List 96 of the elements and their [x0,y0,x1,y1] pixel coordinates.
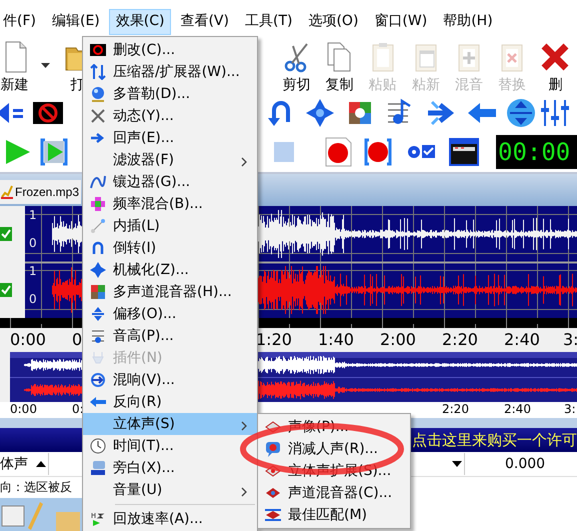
menu-item[interactable]: 回声(E)... [83,127,257,149]
status-text: 向：选区被反 [0,478,72,496]
time-label: 1:20 [256,330,292,349]
menu-item[interactable]: 立体声(S) [83,413,257,435]
sphere-icon [90,86,106,102]
document-tab[interactable]: Frozen.mp3 [0,180,82,204]
check-icon [0,227,12,241]
amplitude-label: 1 [29,264,37,278]
menu-item[interactable]: 镶边器(G)... [83,171,257,193]
vertical-arrows-icon [506,98,536,128]
colorful-blocks-icon [90,284,106,300]
time-label: 0:00 [10,330,46,349]
left-arrow-icon [90,394,106,410]
amplitude-label: 0 [29,236,37,250]
menu-item[interactable]: 查看(V) [173,9,236,35]
amplitude-label: 0 [29,292,37,306]
channel-label: 体声 [0,455,28,473]
diamond-arrows-icon [265,485,281,501]
menu-item[interactable]: 频率混合(B)... [83,193,257,215]
dots-line-icon [90,218,106,234]
menu-item[interactable]: 音高(P)... [83,325,257,347]
time-label: 1:40 [318,330,354,349]
menu-item[interactable]: 音量(U) [83,479,257,501]
menu-item[interactable]: 删改(C)... [83,39,257,61]
plug-icon [90,350,106,366]
clock-icon [90,438,106,454]
u-turn-icon [90,240,106,256]
toolbar-button[interactable]: 剪切 [274,36,318,94]
menu-item[interactable]: 时间(T)... [83,435,257,457]
curve-icon [90,174,106,190]
split-arrow-icon [90,130,106,146]
speed-icon [90,511,106,527]
caret-icon [452,461,462,467]
menu-item[interactable]: 多普勒(D)... [83,83,257,105]
time-label: 0:00 [10,402,37,416]
color-cross-icon [90,196,106,212]
no-entry-icon [90,42,106,58]
sliders-icon [540,98,570,128]
menu-item[interactable]: 机械化(Z)... [83,259,257,281]
document-title: Frozen.mp3 [15,185,80,199]
vertical-arrows-icon [90,306,106,322]
menu-item[interactable]: 混响(V)... [83,369,257,391]
menu-item[interactable]: 效果(C) [108,9,172,35]
menu-item[interactable]: 倒转(I) [83,237,257,259]
menu-item[interactable]: 选项(O) [301,9,366,35]
time-label: 0: [72,402,84,416]
stop-icon [274,142,294,162]
menu-item[interactable]: 回放速率(A)... [83,508,257,530]
sort-up-icon [36,461,46,467]
menu-item[interactable]: 窗口(W) [367,9,434,35]
toolbar-button[interactable]: 复制 [318,36,362,94]
time-label: 0 [72,330,82,349]
menu-item[interactable]: 消减人声(R)... [258,438,410,460]
diamond-arrows-icon [265,507,281,523]
menu-item[interactable]: 件(F) [0,9,43,35]
time-label: 3: [563,330,577,349]
speech-bubble-icon [90,460,106,476]
music-note-icon [90,328,106,344]
menu-item[interactable]: 滤波器(F) [83,149,257,171]
arrows-icon [90,64,106,80]
menu-item[interactable]: 动态(Y)... [83,105,257,127]
cross-arrows-icon [90,108,106,124]
amplitude-label: 1 [29,208,37,222]
menu-item[interactable]: 最佳匹配(M) [258,504,410,526]
menu-item[interactable]: 工具(T) [238,9,300,35]
bracketed-play-icon [39,137,69,167]
speech-bubble-icon [265,441,281,457]
waveform-file-icon [1,185,13,199]
time-label: 2:20 [442,330,478,349]
time-label: 3: [564,402,576,416]
check-icon [0,283,12,297]
menu-item[interactable]: 反向(R) [83,391,257,413]
star-icon [305,98,335,128]
menu-item[interactable]: 多声道混音器(H)... [83,281,257,303]
menu-item[interactable]: 编辑(E) [44,9,107,35]
caret-icon [41,62,50,68]
menu-item[interactable]: 压缩器/扩展器(W)... [83,61,257,83]
toolbar-button[interactable]: 删 [534,36,577,94]
toolbar-button[interactable]: 新建 [0,36,38,94]
time-display: 00:00 [496,135,577,169]
bracketed-record-icon [363,137,393,167]
menu-item[interactable]: 声道混音器(C)... [258,482,410,504]
record-icon [323,137,353,167]
menu-item[interactable]: 偏移(O)... [83,303,257,325]
menu-item[interactable]: 帮助(H) [436,9,500,35]
window-icon [449,137,479,167]
offset-value: 0.000 [505,456,546,472]
purchase-link[interactable]: 点击这里来购买一个许可 [412,430,577,450]
star-icon [90,262,106,278]
swap-arrows-icon [426,98,456,128]
menu-item[interactable]: 内插(L) [83,215,257,237]
time-label: 2:00 [380,330,416,349]
time-label: 2:20 [442,402,469,416]
menu-item[interactable]: 旁白(X)... [83,457,257,479]
time-label: 2:40 [504,402,531,416]
time-label: 2:40 [504,330,540,349]
